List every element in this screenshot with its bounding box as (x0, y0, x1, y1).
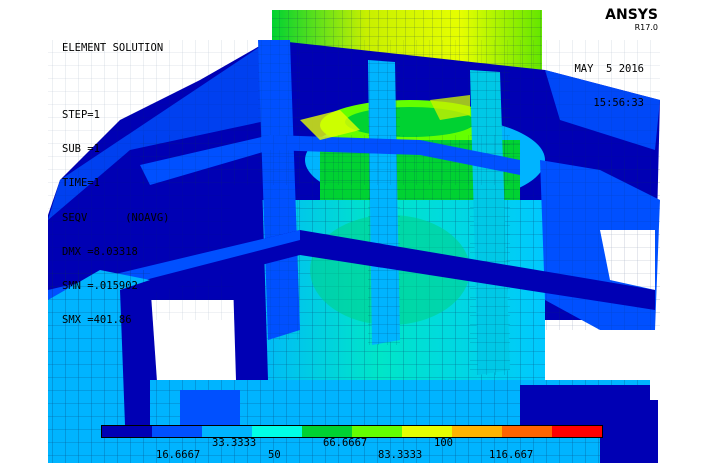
legend-swatch (202, 426, 252, 437)
graphics-viewport[interactable]: ELEMENT SOLUTION STEP=1 SUB =1 TIME=1 SE… (0, 0, 705, 469)
legend-swatch (402, 426, 452, 437)
legend-swatch (502, 426, 552, 437)
date-text: MAY 5 2016 (574, 62, 644, 75)
legend-label: 16.6667 (156, 449, 201, 461)
legend-swatch (152, 426, 202, 437)
legend-label: 33.3333 (212, 437, 257, 449)
legend-label: 50 (268, 449, 281, 461)
legend-label: 66.6667 (323, 437, 368, 449)
smn-line: SMN =.015902 (62, 279, 138, 292)
legend-label: 116.667 (489, 449, 534, 461)
legend-swatch (352, 426, 402, 437)
legend-swatch (452, 426, 502, 437)
brand-name: ANSYS (605, 7, 658, 23)
legend-label: 100 (434, 437, 453, 449)
timestamp-panel: MAY 5 2016 15:56:33 (574, 41, 644, 132)
solution-title: ELEMENT SOLUTION (62, 41, 164, 54)
legend-swatch (302, 426, 352, 437)
ansys-logo: ANSYS R17.0 (605, 7, 658, 33)
step-line: STEP=1 (62, 108, 100, 121)
legend-swatch (102, 426, 152, 437)
dmx-line: DMX =8.03318 (62, 245, 138, 258)
solution-info-panel: ELEMENT SOLUTION STEP=1 SUB =1 TIME=1 SE… (62, 20, 169, 349)
time-text: 15:56:33 (593, 97, 644, 110)
sub-line: SUB =1 (62, 143, 100, 156)
seqv-line: SEQV (NOAVG) (62, 211, 170, 224)
legend-swatch (552, 426, 602, 437)
brand-version: R17.0 (634, 23, 658, 32)
legend-label: 83.3333 (378, 449, 423, 461)
smx-line: SMX =401.86 (62, 314, 132, 327)
time-line: TIME=1 (62, 177, 100, 190)
legend-swatch (252, 426, 302, 437)
